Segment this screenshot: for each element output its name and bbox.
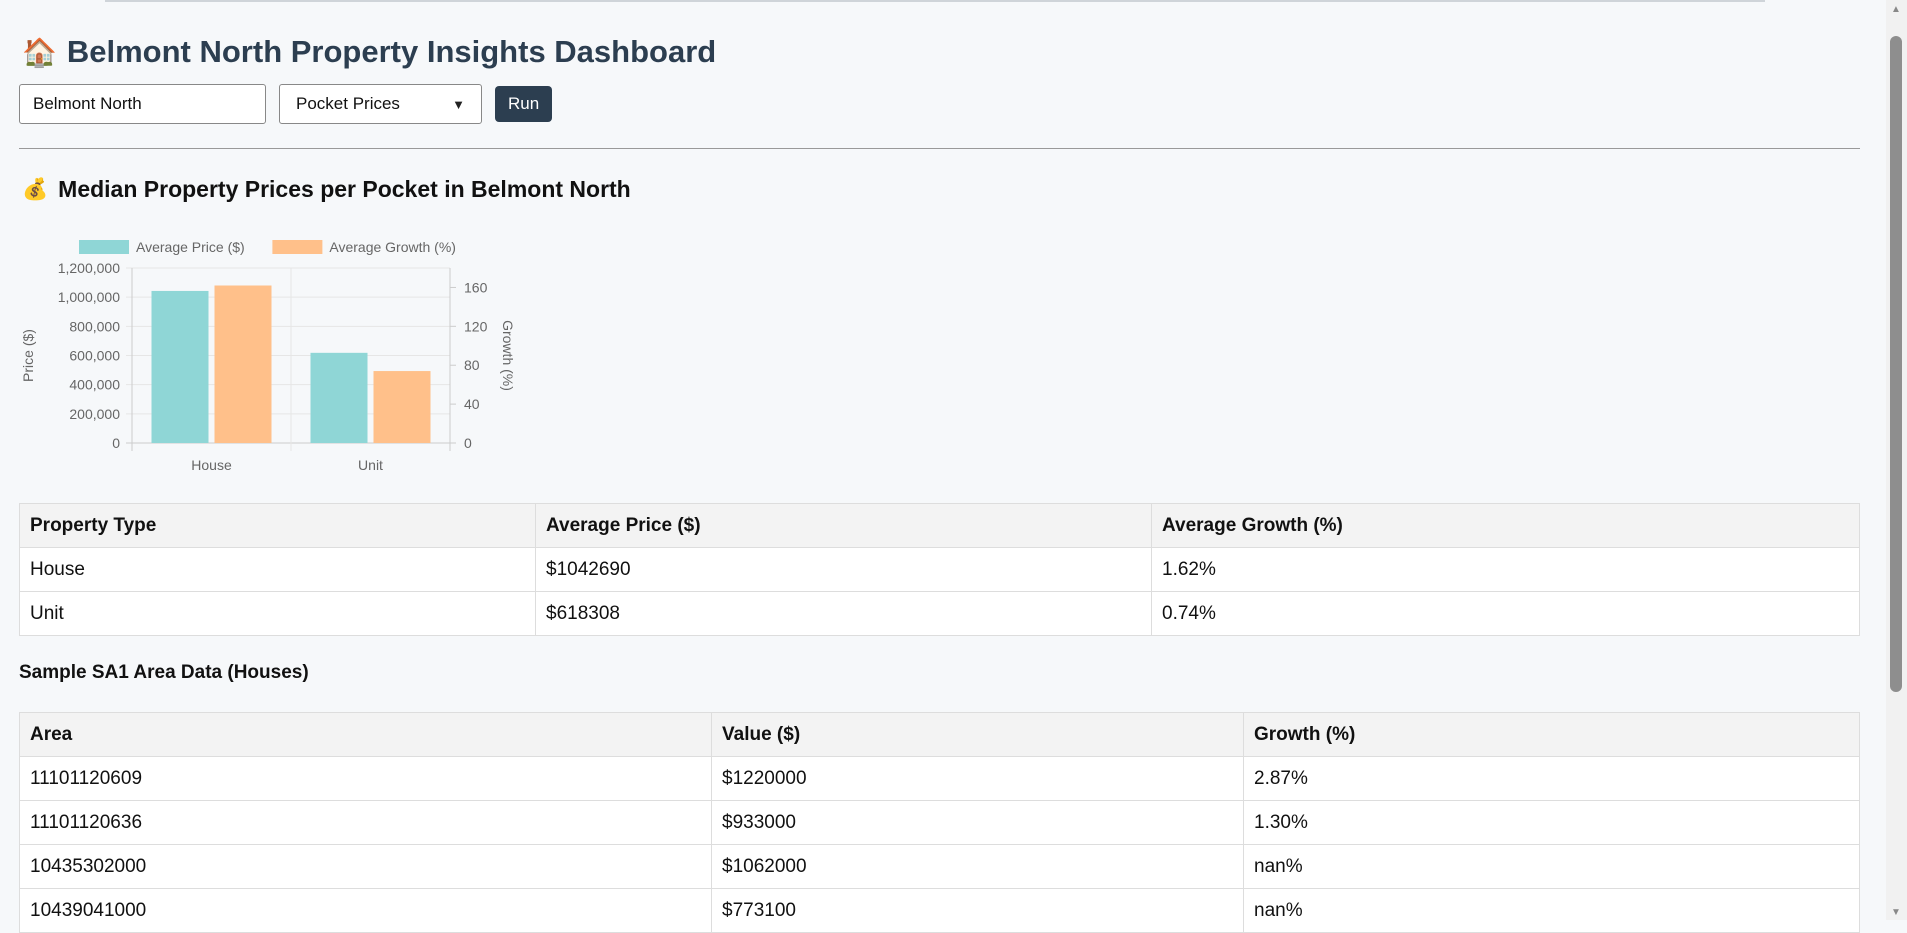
y-axis-title: Price ($) — [20, 329, 36, 382]
y-tick-label: 1,200,000 — [58, 260, 120, 276]
table-cell: 11101120636 — [19, 800, 712, 845]
y-tick-label: 800,000 — [69, 318, 120, 334]
legend-label: Average Growth (%) — [329, 239, 456, 255]
y-tick-label: 600,000 — [69, 348, 120, 364]
legend-swatch — [272, 240, 323, 254]
summary-body: House $1042690 1.62% Unit $618308 0.74% — [19, 547, 1860, 636]
report-select-value: Pocket Prices — [296, 94, 400, 113]
legend-label: Average Price ($) — [136, 239, 245, 255]
suburb-input[interactable] — [19, 84, 266, 124]
scroll-down-icon[interactable]: ▼ — [1891, 907, 1901, 918]
table-cell: 11101120609 — [19, 756, 712, 801]
house-icon: 🏠 — [22, 36, 57, 68]
x-tick-label: Unit — [358, 457, 383, 473]
chevron-down-icon: ▼ — [452, 96, 465, 112]
y-tick-label: 400,000 — [69, 377, 120, 393]
table-row: 11101120609 $1220000 2.87% — [19, 756, 1860, 801]
table-cell: $1042690 — [535, 547, 1152, 592]
table-cell: 2.87% — [1243, 756, 1860, 801]
table-row: 10435302000 $1062000 nan% — [19, 844, 1860, 889]
table-row: Unit $618308 0.74% — [19, 591, 1860, 636]
table-cell: nan% — [1243, 888, 1860, 933]
sa1-body: 11101120609 $1220000 2.87% 11101120636 $9330… — [19, 756, 1860, 933]
y2-tick-label: 80 — [464, 357, 480, 373]
page-title: 🏠 Belmont North Property Insights Dashbo… — [22, 34, 716, 70]
table-cell: 10439041000 — [19, 888, 712, 933]
run-button[interactable]: Run — [495, 86, 553, 122]
summary-header-cell: Average Price ($) — [535, 503, 1152, 548]
sa1-heading: Sample SA1 Area Data (Houses) — [19, 662, 309, 683]
vertical-scrollbar[interactable]: ▲ ▼ — [1886, 0, 1907, 920]
y2-axis-title: Growth (%) — [500, 320, 516, 391]
scroll-up-icon[interactable]: ▲ — [1891, 4, 1901, 15]
sa1-header-cell: Area — [19, 712, 712, 757]
section-title: 💰 Median Property Prices per Pocket in B… — [22, 176, 631, 203]
table-cell: $1220000 — [711, 756, 1244, 801]
money-bag-icon: 💰 — [22, 177, 49, 201]
summary-header-cell: Property Type — [19, 503, 536, 548]
chart-bar — [214, 285, 272, 443]
table-cell: 10435302000 — [19, 844, 712, 889]
controls-bar: Pocket Prices ▼ Run — [19, 84, 553, 124]
sa1-header-row: Area Value ($) Growth (%) — [19, 712, 1860, 757]
report-select[interactable]: Pocket Prices ▼ — [279, 84, 482, 124]
table-row: 11101120636 $933000 1.30% — [19, 800, 1860, 845]
section-title-text: Median Property Prices per Pocket in Bel… — [58, 176, 631, 202]
sa1-table: Area Value ($) Growth (%) 11101120609 $1220… — [19, 712, 1860, 933]
table-cell: House — [19, 547, 536, 592]
y2-tick-label: 120 — [464, 318, 488, 334]
table-cell: nan% — [1243, 844, 1860, 889]
table-row: House $1042690 1.62% — [19, 547, 1860, 592]
y2-tick-label: 0 — [464, 435, 472, 451]
sa1-header-cell: Value ($) — [711, 712, 1244, 757]
summary-table: Property Type Average Price ($) Average Gr… — [19, 503, 1860, 636]
page: 🏠 Belmont North Property Insights Dashbo… — [0, 0, 1886, 933]
y-tick-label: 1,000,000 — [58, 289, 120, 305]
summary-header-cell: Average Growth (%) — [1151, 503, 1860, 548]
table-cell: Unit — [19, 591, 536, 636]
x-tick-label: House — [191, 457, 232, 473]
scrollbar-thumb[interactable] — [1890, 36, 1902, 692]
page-title-text: Belmont North Property Insights Dashboar… — [66, 34, 717, 69]
chart-bar — [310, 352, 368, 443]
table-cell: 1.30% — [1243, 800, 1860, 845]
table-cell: 0.74% — [1151, 591, 1860, 636]
chart-bar — [373, 371, 431, 443]
sa1-header-cell: Growth (%) — [1243, 712, 1860, 757]
table-cell: $773100 — [711, 888, 1244, 933]
table-row: 10439041000 $773100 nan% — [19, 888, 1860, 933]
legend-swatch — [79, 240, 129, 254]
summary-header-row: Property Type Average Price ($) Average Gr… — [19, 503, 1860, 548]
y2-tick-label: 40 — [464, 396, 480, 412]
divider — [19, 148, 1860, 149]
table-cell: 1.62% — [1151, 547, 1860, 592]
y-tick-label: 200,000 — [69, 406, 120, 422]
chart-bar — [151, 290, 209, 443]
table-cell: $933000 — [711, 800, 1244, 845]
y-tick-label: 0 — [112, 435, 120, 451]
y2-tick-label: 160 — [464, 279, 488, 295]
price-growth-chart: Average Price ($) Average Growth (%) 0 200,… — [20, 239, 516, 473]
table-cell: $1062000 — [711, 844, 1244, 889]
table-cell: $618308 — [535, 591, 1152, 636]
